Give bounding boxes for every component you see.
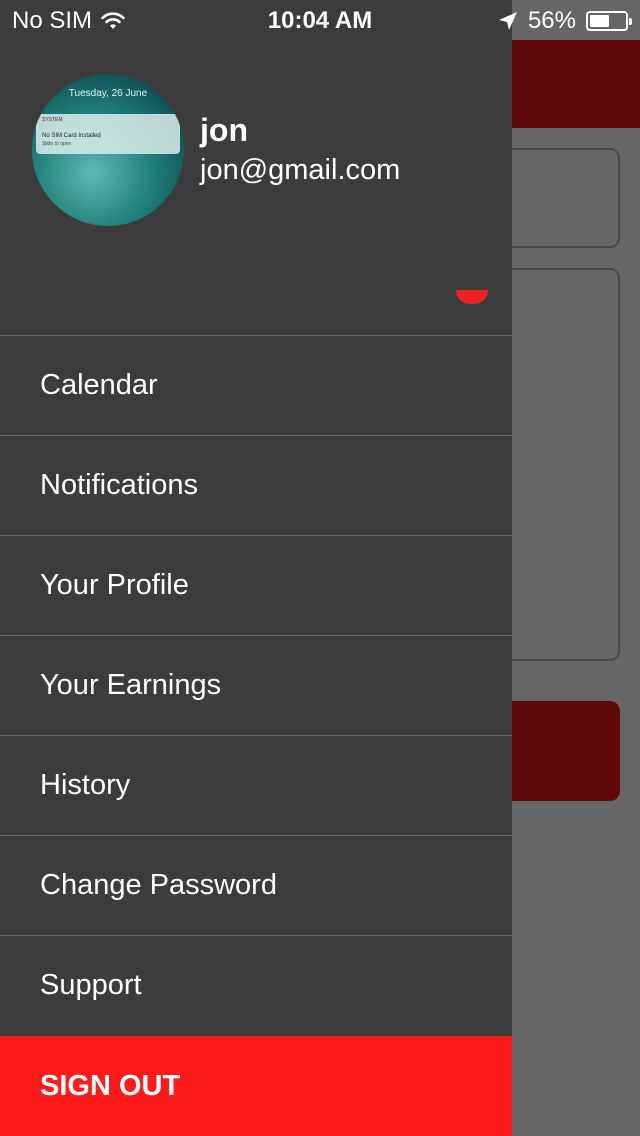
avatar-date-text: Tuesday, 26 June: [68, 88, 148, 99]
location-arrow-icon: [498, 12, 517, 30]
battery-level-fill: [590, 15, 610, 27]
menu-item-change-password[interactable]: Change Password: [0, 835, 512, 935]
battery-percent: 56%: [527, 7, 576, 34]
profile-header: Tuesday, 26 June SYSTEM No SIM Card Inst…: [0, 40, 512, 335]
menu-item-calendar[interactable]: Calendar: [0, 335, 512, 435]
avatar[interactable]: Tuesday, 26 June SYSTEM No SIM Card Inst…: [32, 74, 184, 226]
status-bar: No SIM 10:04 AM 56%: [0, 0, 640, 40]
background-textarea: [496, 268, 620, 661]
sign-out-button[interactable]: SIGN OUT: [0, 1036, 512, 1136]
drawer-menu: Calendar Notifications Your Profile Your…: [0, 335, 512, 1035]
menu-item-support[interactable]: Support: [0, 935, 512, 1035]
avatar-notif-app: SYSTEM: [42, 117, 63, 123]
menu-item-notifications[interactable]: Notifications: [0, 435, 512, 535]
background-input-field: [496, 148, 620, 248]
profile-email: jon@gmail.com: [200, 154, 401, 186]
battery-icon: [586, 11, 632, 31]
avatar-notif-sub: Slide to open: [42, 141, 72, 147]
navigation-drawer: Tuesday, 26 June SYSTEM No SIM Card Inst…: [0, 0, 512, 1136]
avatar-notif-title: No SIM Card Installed: [42, 133, 101, 139]
menu-item-your-profile[interactable]: Your Profile: [0, 535, 512, 635]
profile-name: jon: [200, 112, 248, 148]
avatar-notification-card: SYSTEM No SIM Card Installed Slide to op…: [36, 114, 180, 154]
menu-item-your-earnings[interactable]: Your Earnings: [0, 635, 512, 735]
menu-item-history[interactable]: History: [0, 735, 512, 835]
background-submit-button: [496, 701, 620, 801]
